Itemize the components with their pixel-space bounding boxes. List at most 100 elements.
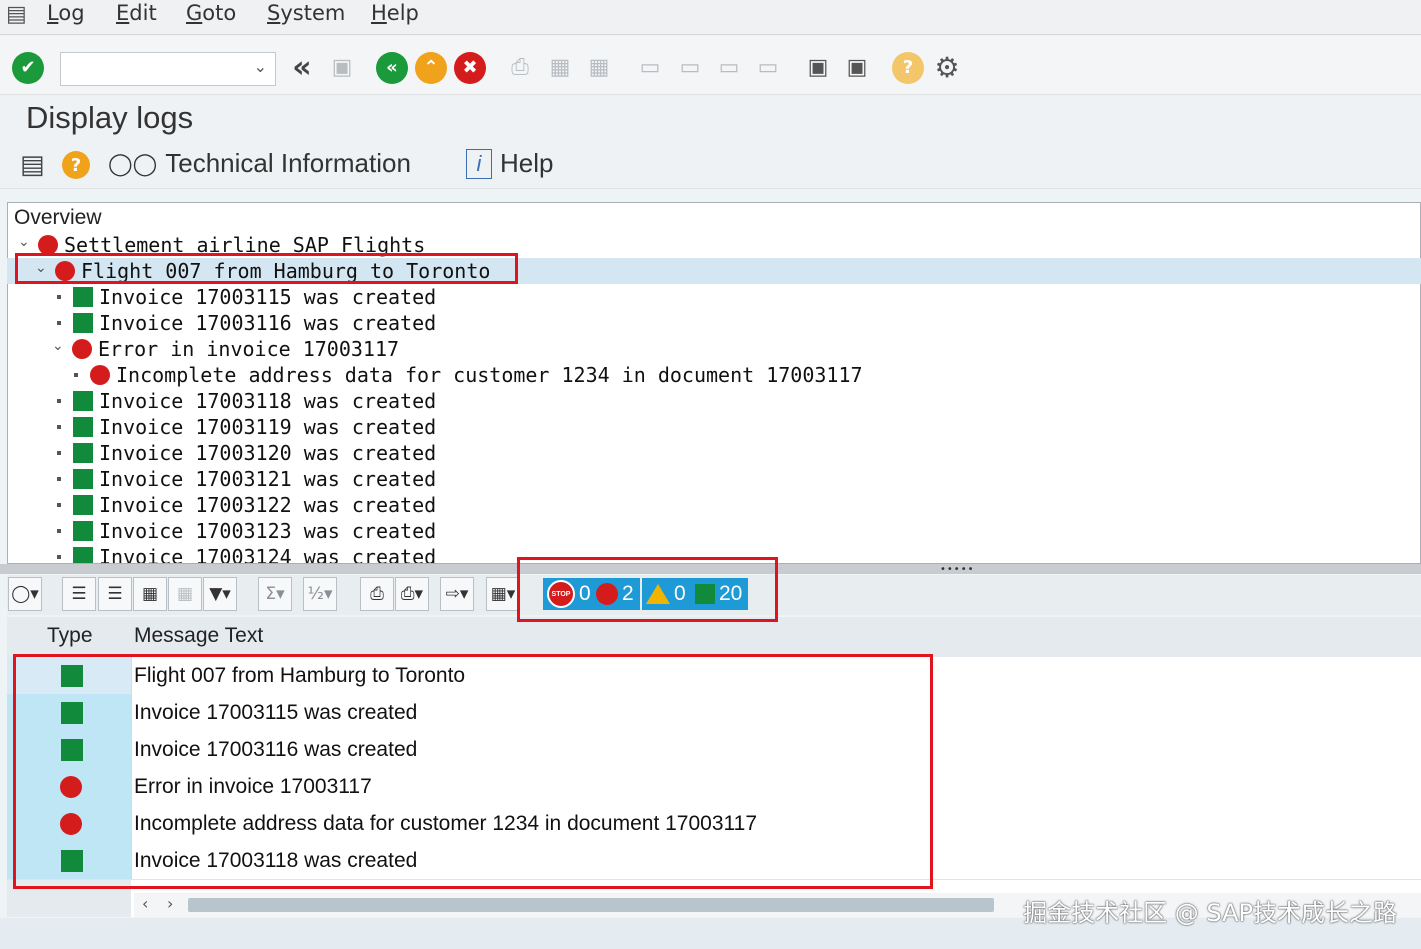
success-status-icon xyxy=(73,469,93,489)
help-icon[interactable]: ? xyxy=(892,52,924,84)
success-status-icon xyxy=(61,739,83,761)
tree-node[interactable]: ⌄ Settlement airline SAP Flights xyxy=(7,232,1421,258)
bullet-icon xyxy=(57,477,61,481)
column-header-type[interactable]: Type xyxy=(47,624,93,648)
help-button[interactable]: i Help xyxy=(466,148,553,179)
exit-icon[interactable]: ⌃ xyxy=(415,52,447,84)
create-session-icon[interactable]: ▣ xyxy=(802,52,834,84)
technical-information-button[interactable]: ◯◯ Technical Information xyxy=(108,148,411,179)
success-status-icon xyxy=(61,665,83,687)
tree-node[interactable]: Invoice 17003122 was created xyxy=(7,492,1421,518)
chevron-down-icon[interactable]: ⌄ xyxy=(254,57,267,76)
tree-node[interactable]: Incomplete address data for customer 123… xyxy=(7,362,1421,388)
print-icon[interactable]: ⎙ xyxy=(360,577,394,611)
save-icon[interactable]: ▣ xyxy=(326,52,358,84)
bullet-icon xyxy=(57,529,61,533)
column-header-message-text[interactable]: Message Text xyxy=(134,624,263,648)
tree-node[interactable]: Invoice 17003118 was created xyxy=(7,388,1421,414)
tree-node[interactable]: Invoice 17003116 was created xyxy=(7,310,1421,336)
subtotal-icon[interactable]: ½▾ xyxy=(303,577,337,611)
scroll-right-icon[interactable]: › xyxy=(167,894,173,913)
tree-node-text: Invoice 17003124 was created xyxy=(99,545,437,563)
previous-page-icon[interactable]: ▭ xyxy=(674,52,706,84)
menu-system[interactable]: System xyxy=(267,0,345,26)
sum-icon[interactable]: Σ▾ xyxy=(258,577,292,611)
message-text: Error in invoice 17003117 xyxy=(134,775,372,798)
filter-icon[interactable]: ▼▾ xyxy=(203,577,237,611)
tree-node-text: Invoice 17003123 was created xyxy=(99,519,437,543)
success-status-icon xyxy=(73,417,93,437)
next-page-icon[interactable]: ▭ xyxy=(713,52,745,84)
log-display-icon[interactable]: ▤ xyxy=(20,150,45,180)
help-label: Help xyxy=(500,148,554,178)
menu-app-icon[interactable]: ▤ xyxy=(6,2,27,27)
export-icon[interactable]: ⇨▾ xyxy=(440,577,474,611)
tree-node[interactable]: Invoice 17003119 was created xyxy=(7,414,1421,440)
warning-count-button[interactable]: 0 xyxy=(642,578,692,610)
message-text: Invoice 17003116 was created xyxy=(134,738,418,761)
tree-node-selected[interactable]: ⌄ Flight 007 from Hamburg to Toronto xyxy=(7,258,1421,284)
tree-node[interactable]: Invoice 17003115 was created xyxy=(7,284,1421,310)
enter-icon[interactable]: ✔ xyxy=(12,52,44,84)
tree-node-text: Invoice 17003121 was created xyxy=(99,467,437,491)
system-toolbar: ✔ ⌄ « ▣ « ⌃ ✖ ⎙ ▦ ▦ ▭ ▭ ▭ ▭ ▣ ▣ ? ⚙ xyxy=(0,36,1421,95)
success-status-icon xyxy=(73,521,93,541)
command-field[interactable]: ⌄ xyxy=(60,52,276,86)
chevron-down-icon[interactable]: ⌄ xyxy=(18,234,30,250)
menu-goto[interactable]: Goto xyxy=(186,0,236,26)
menu-edit[interactable]: Edit xyxy=(116,0,157,26)
print-icon[interactable]: ⎙ xyxy=(504,52,536,84)
bullet-icon xyxy=(74,373,78,377)
scroll-left-icon[interactable]: ‹ xyxy=(142,894,148,913)
sort-icon[interactable]: ☰ xyxy=(98,577,132,611)
question-icon[interactable]: ? xyxy=(62,151,90,179)
print-preview-icon[interactable]: ⎙▾ xyxy=(395,577,429,611)
bullet-icon xyxy=(57,503,61,507)
menu-bar: ▤ Log Edit Goto System Help xyxy=(0,0,1421,35)
splitter[interactable] xyxy=(0,564,1421,574)
table-row[interactable]: Error in invoice 17003117 xyxy=(7,768,1421,806)
find-icon[interactable]: ▦ xyxy=(544,52,576,84)
technical-information-label: Technical Information xyxy=(165,148,411,178)
error-status-icon xyxy=(90,365,110,385)
abort-count-button[interactable]: STOP 0 xyxy=(543,578,597,610)
back-icon[interactable]: « xyxy=(286,52,318,84)
chevron-down-icon[interactable]: ⌄ xyxy=(35,260,47,276)
success-status-icon xyxy=(61,702,83,724)
page-title: Display logs xyxy=(26,100,194,135)
tree-node-text: Flight 007 from Hamburg to Toronto xyxy=(81,259,491,283)
tree-node[interactable]: ⌄ Error in invoice 17003117 xyxy=(7,336,1421,362)
table-row[interactable]: Incomplete address data for customer 123… xyxy=(7,805,1421,843)
shortcut-icon[interactable]: ▣ xyxy=(841,52,873,84)
success-count-button[interactable]: 20 xyxy=(691,578,749,610)
details-icon[interactable]: ◯▾ xyxy=(8,577,42,611)
menu-help[interactable]: Help xyxy=(371,0,419,26)
cancel-icon[interactable]: ✖ xyxy=(454,52,486,84)
table-row[interactable]: Flight 007 from Hamburg to Toronto xyxy=(7,657,1421,695)
settings-icon[interactable]: ⚙ xyxy=(931,52,963,84)
find-next-icon[interactable]: ▦ xyxy=(168,577,202,611)
tree-node-text: Invoice 17003120 was created xyxy=(99,441,437,465)
last-page-icon[interactable]: ▭ xyxy=(752,52,784,84)
chevron-down-icon[interactable]: ⌄ xyxy=(52,338,64,354)
splitter-grip-icon[interactable]: ••••• xyxy=(940,564,975,575)
layout-icon[interactable]: ▦▾ xyxy=(486,577,520,611)
tree-node[interactable]: Invoice 17003124 was created xyxy=(7,544,1421,563)
message-text: Invoice 17003115 was created xyxy=(134,701,418,724)
back-green-icon[interactable]: « xyxy=(376,52,408,84)
find-icon[interactable]: ▦ xyxy=(133,577,167,611)
table-row[interactable]: Invoice 17003116 was created xyxy=(7,731,1421,769)
tree-node[interactable]: Invoice 17003121 was created xyxy=(7,466,1421,492)
scrollbar-thumb[interactable] xyxy=(188,898,994,912)
table-row[interactable]: Invoice 17003115 was created xyxy=(7,694,1421,732)
align-icon[interactable]: ☰ xyxy=(62,577,96,611)
tree-node[interactable]: Invoice 17003120 was created xyxy=(7,440,1421,466)
find-next-icon[interactable]: ▦ xyxy=(583,52,615,84)
table-row[interactable]: Invoice 17003118 was created xyxy=(7,842,1421,880)
menu-log[interactable]: Log xyxy=(47,0,85,26)
info-icon: i xyxy=(466,148,492,179)
success-icon xyxy=(695,584,715,604)
tree-node[interactable]: Invoice 17003123 was created xyxy=(7,518,1421,544)
first-page-icon[interactable]: ▭ xyxy=(634,52,666,84)
error-count-button[interactable]: 2 xyxy=(592,578,640,610)
